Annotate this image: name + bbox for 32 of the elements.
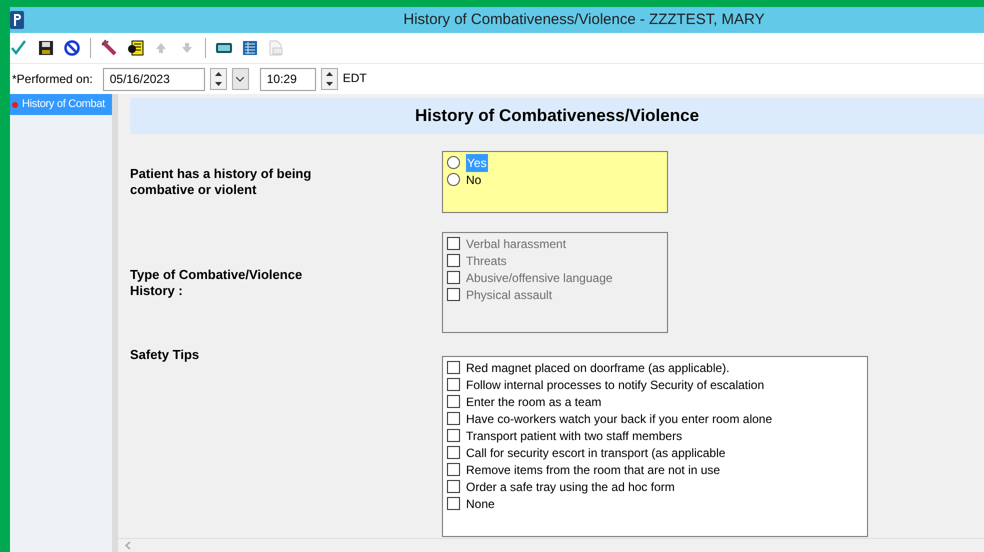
checkbox-option[interactable]: Transport patient with two staff members bbox=[447, 427, 682, 444]
time-zone: EDT bbox=[342, 70, 367, 87]
dropdown-button[interactable] bbox=[232, 68, 249, 90]
grid-list-icon[interactable] bbox=[240, 38, 260, 58]
checkbox-option[interactable]: Order a safe tray using the ad hoc form bbox=[447, 478, 675, 495]
question-label: Patient has a history of being combative or violent bbox=[130, 166, 312, 198]
status-dot-icon bbox=[12, 102, 18, 108]
caret-icon bbox=[236, 76, 244, 82]
checkbox-option[interactable]: None bbox=[447, 495, 495, 512]
radio-option[interactable]: No bbox=[447, 171, 482, 188]
cancel-icon[interactable] bbox=[62, 38, 82, 58]
up-triangle-icon bbox=[326, 72, 333, 76]
wand-icon[interactable] bbox=[99, 38, 119, 58]
checkbox-option[interactable]: Remove items from the room that are not in use bbox=[447, 461, 720, 478]
down-triangle-icon bbox=[214, 82, 222, 86]
person-notes-icon[interactable] bbox=[125, 38, 145, 58]
field-label: *Performed on: bbox=[12, 71, 93, 88]
checkbox-option[interactable]: Have co-workers watch your back if you enter room alone bbox=[447, 410, 772, 427]
up-triangle-icon bbox=[214, 72, 222, 76]
checkbox-option[interactable]: Enter the room as a team bbox=[447, 393, 602, 410]
question-label: Safety Tips bbox=[130, 347, 200, 363]
save-icon[interactable] bbox=[36, 38, 56, 58]
checkbox-option[interactable]: Call for security escort in transport (as applicable bbox=[447, 444, 726, 461]
date-field[interactable]: 05/16/2023 bbox=[102, 68, 205, 90]
time-field[interactable]: 10:29 bbox=[260, 68, 316, 90]
checkbox-option[interactable]: Red magnet placed on doorframe (as applicable). bbox=[447, 359, 730, 376]
checkbox-option[interactable]: Follow internal processes to notify Security of escalation bbox=[447, 376, 764, 393]
form-title: History of Combativeness/Violence bbox=[130, 98, 984, 134]
app-logo-icon bbox=[10, 11, 24, 29]
window-title: History of Combativeness/Violence - ZZZTEST, MARY bbox=[402, 10, 766, 30]
question-label: Type of Combative/Violence History : bbox=[130, 266, 304, 298]
down-triangle-icon bbox=[326, 82, 333, 86]
